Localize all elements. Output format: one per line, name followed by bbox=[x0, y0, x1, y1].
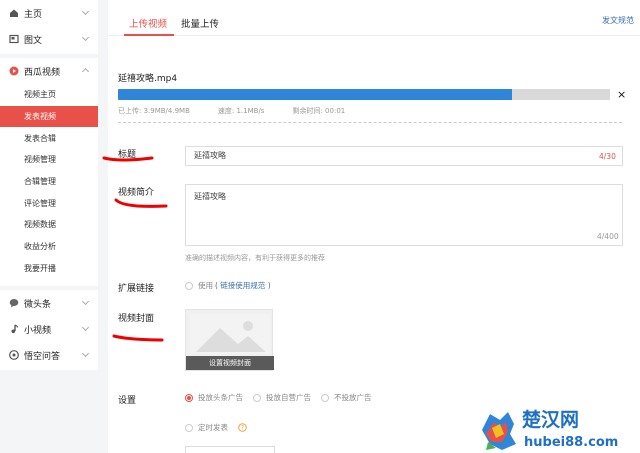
title-input[interactable]: 延禧攻略 bbox=[185, 146, 623, 166]
remaining-time: 剩余时间: 00:01 bbox=[292, 107, 346, 115]
play-icon bbox=[9, 66, 19, 76]
next-field-input[interactable] bbox=[185, 446, 275, 453]
sidebar-item-label: 主页 bbox=[24, 9, 43, 20]
radio-dot bbox=[185, 423, 193, 432]
sidebar-subitem-live[interactable]: 我要开播 bbox=[0, 258, 98, 280]
publish-spec-link[interactable]: 发文规范 bbox=[602, 15, 634, 26]
intro-label: 视频简介 bbox=[118, 188, 155, 198]
link-spec-link[interactable]: ( 链接使用规范 ) bbox=[215, 280, 271, 291]
radio-dot bbox=[253, 393, 261, 402]
sidebar-item-label: 悟空问答 bbox=[24, 351, 61, 362]
schedule-checkbox[interactable]: 定时发表 bbox=[185, 422, 228, 433]
cancel-upload-button[interactable]: × bbox=[617, 88, 626, 101]
sidebar-subitem-publish-video[interactable]: 发表视频 bbox=[0, 105, 98, 128]
chevron-down-icon bbox=[81, 323, 90, 332]
sidebar-subitem-video-data[interactable]: 视频数据 bbox=[0, 214, 98, 236]
sidebar-item-label: 西瓜视频 bbox=[24, 67, 61, 78]
ad-option-label: 投放自营广告 bbox=[266, 393, 311, 402]
divider bbox=[118, 122, 622, 123]
sidebar-item-article[interactable]: 图文 bbox=[0, 26, 98, 52]
extension-link-checkbox[interactable]: 使用 bbox=[185, 280, 213, 291]
chevron-down-icon bbox=[81, 297, 90, 306]
intro-hint: 准确的描述视频内容，有利于获得更多的推荐 bbox=[185, 254, 325, 262]
chat-icon bbox=[9, 298, 19, 308]
chevron-down-icon bbox=[81, 33, 90, 42]
sidebar-item-label: 微头条 bbox=[24, 299, 52, 310]
sidebar-item-small-video[interactable]: 小视频 bbox=[0, 316, 98, 342]
article-icon bbox=[9, 34, 19, 44]
schedule-label: 定时发表 bbox=[198, 423, 228, 432]
sidebar-subitem-revenue[interactable]: 收益分析 bbox=[0, 236, 98, 258]
sidebar: 主页 图文 西瓜视频 视频主页 发表视频 发表合辑 视频管理 合辑管理 评论管理… bbox=[0, 0, 98, 453]
sidebar-item-wukong-qa[interactable]: 悟空问答 bbox=[0, 342, 98, 368]
sidebar-subitem-collection-manage[interactable]: 合辑管理 bbox=[0, 171, 98, 193]
sidebar-item-home[interactable]: 主页 bbox=[0, 0, 98, 26]
sidebar-subitem-video-manage[interactable]: 视频管理 bbox=[0, 149, 98, 171]
extension-link-option: 使用 ( 链接使用规范 ) bbox=[185, 280, 271, 291]
set-cover-button[interactable]: 设置视频封面 bbox=[186, 356, 274, 370]
home-icon bbox=[9, 8, 19, 18]
svg-text:?: ? bbox=[241, 425, 244, 432]
title-value: 延禧攻略 bbox=[194, 151, 226, 160]
music-icon bbox=[9, 324, 19, 334]
upload-filename: 延禧攻略.mp4 bbox=[118, 74, 178, 84]
upload-progress-bar bbox=[118, 89, 610, 100]
active-tab-indicator bbox=[124, 34, 174, 36]
sidebar-subitem-comment-manage[interactable]: 评论管理 bbox=[0, 192, 98, 214]
site-watermark-logo: 楚汉网 hubei88.com bbox=[482, 408, 618, 450]
upload-progress-fill bbox=[118, 89, 512, 100]
sidebar-item-micro-headline[interactable]: 微头条 bbox=[0, 290, 98, 316]
question-icon bbox=[9, 350, 19, 360]
watermark-name: 楚汉网 bbox=[522, 408, 579, 431]
extension-use-label: 使用 bbox=[198, 281, 213, 290]
sidebar-item-label: 图文 bbox=[24, 35, 43, 46]
uploaded-size: 已上传: 3.9MB/4.9MB bbox=[118, 107, 190, 115]
sidebar-bottom-group: 微头条 小视频 悟空问答 bbox=[0, 290, 98, 370]
sidebar-item-label: 小视频 bbox=[24, 325, 52, 336]
upload-speed: 速度: 1.1MB/s bbox=[217, 107, 265, 115]
settings-label: 设置 bbox=[118, 396, 137, 406]
help-icon[interactable]: ? bbox=[238, 423, 247, 432]
watermark-url: hubei88.com bbox=[524, 435, 618, 450]
extension-link-label: 扩展链接 bbox=[118, 284, 155, 294]
intro-char-count: 4/400 bbox=[597, 232, 619, 241]
schedule-option: 定时发表 ? bbox=[185, 422, 247, 433]
radio-dot bbox=[321, 393, 329, 402]
chevron-up-icon bbox=[81, 67, 90, 76]
title-char-count: 4/30 bbox=[599, 152, 616, 161]
intro-value: 延禧攻略 bbox=[194, 192, 226, 201]
radio-dot bbox=[185, 281, 193, 290]
sidebar-subitem-video-home[interactable]: 视频主页 bbox=[0, 84, 98, 106]
chevron-down-icon bbox=[81, 7, 90, 16]
hubei-map-icon bbox=[482, 412, 516, 450]
tab-upload-video[interactable]: 上传视频 bbox=[129, 16, 167, 30]
sidebar-top-group: 主页 图文 bbox=[0, 0, 98, 54]
sidebar-video-group: 西瓜视频 视频主页 发表视频 发表合辑 视频管理 合辑管理 评论管理 视频数据 … bbox=[0, 58, 98, 286]
image-placeholder-icon bbox=[190, 314, 270, 354]
intro-textarea[interactable]: 延禧攻略 bbox=[185, 184, 623, 246]
cover-label: 视频封面 bbox=[118, 314, 155, 324]
title-label: 标题 bbox=[118, 150, 137, 160]
ad-option-self[interactable]: 投放自营广告 bbox=[253, 392, 311, 403]
upload-stats: 已上传: 3.9MB/4.9MB 速度: 1.1MB/s 剩余时间: 00:01 bbox=[118, 106, 373, 116]
chevron-down-icon bbox=[81, 349, 90, 358]
publish-panel: 上传视频 批量上传 发文规范 延禧攻略.mp4 × 已上传: 3.9MB/4.9… bbox=[108, 0, 640, 453]
tab-batch-upload[interactable]: 批量上传 bbox=[181, 16, 219, 30]
cover-upload-box[interactable]: 设置视频封面 bbox=[185, 309, 274, 371]
ad-option-headline[interactable]: 投放头条广告 bbox=[185, 392, 243, 403]
ad-option-label: 不投放广告 bbox=[334, 393, 372, 402]
ad-options: 投放头条广告 投放自营广告 不投放广告 bbox=[185, 392, 382, 403]
radio-dot bbox=[185, 393, 193, 402]
sidebar-item-xigua-video[interactable]: 西瓜视频 bbox=[0, 58, 98, 84]
tab-bar: 上传视频 批量上传 发文规范 bbox=[108, 0, 640, 36]
ad-option-label: 投放头条广告 bbox=[198, 393, 243, 402]
sidebar-subitem-publish-collection[interactable]: 发表合辑 bbox=[0, 127, 98, 149]
ad-option-none[interactable]: 不投放广告 bbox=[321, 392, 372, 403]
